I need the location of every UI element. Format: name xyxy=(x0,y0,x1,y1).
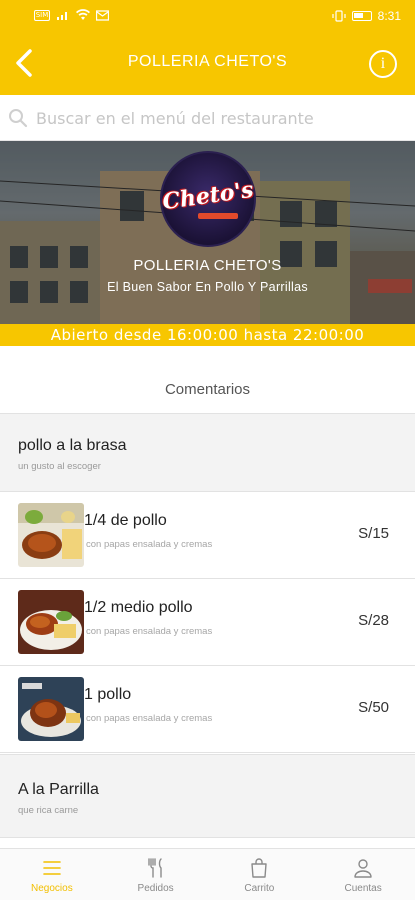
utensils-icon xyxy=(147,858,162,878)
restaurant-name: POLLERIA CHETO'S xyxy=(133,257,282,274)
category-title: pollo a la brasa xyxy=(18,437,127,454)
menu-item[interactable]: 1/2 medio pollo con papas ensalada y cre… xyxy=(0,579,415,666)
comments-link[interactable]: Comentarios xyxy=(0,368,415,412)
category-header: A la Parrilla que rica carne xyxy=(0,754,415,838)
list-icon xyxy=(43,861,61,875)
category-subtitle: un gusto al escoger xyxy=(18,461,101,472)
item-price: S/15 xyxy=(358,525,389,542)
category-header: pollo a la brasa un gusto al escoger xyxy=(0,413,415,492)
item-description: con papas ensalada y cremas xyxy=(86,626,213,637)
item-name: 1 pollo xyxy=(84,686,132,703)
vibrate-icon xyxy=(332,10,346,22)
page-title: POLLERIA CHETO'S xyxy=(127,53,288,70)
shopping-bag-icon xyxy=(251,858,268,878)
logo-text: Cheto's xyxy=(160,176,256,216)
restaurant-hero: Cheto's POLLERIA CHETO'S El Buen Sabor E… xyxy=(0,141,415,346)
restaurant-logo: Cheto's xyxy=(160,151,256,247)
nav-item-carrito[interactable]: Carrito xyxy=(208,849,312,900)
item-name: 1/4 de pollo xyxy=(84,512,167,529)
nav-label: Cuentas xyxy=(344,883,382,894)
info-icon: i xyxy=(380,55,386,72)
sim-icon: SIM xyxy=(34,9,50,21)
search-input[interactable] xyxy=(36,105,396,131)
chevron-left-icon xyxy=(16,49,32,77)
item-photo xyxy=(18,503,84,567)
category-title: A la Parrilla xyxy=(18,781,99,798)
item-description: con papas ensalada y cremas xyxy=(86,539,213,550)
menu-item[interactable]: 1/4 de pollo con papas ensalada y cremas… xyxy=(0,492,415,579)
nav-item-pedidos[interactable]: Pedidos xyxy=(104,849,208,900)
nav-label: Pedidos xyxy=(137,883,174,894)
search-icon xyxy=(9,109,28,128)
menu-search-bar xyxy=(0,95,415,141)
signal-icon xyxy=(57,12,67,20)
app-header: POLLERIA CHETO'S i xyxy=(0,33,415,95)
item-name: 1/2 medio pollo xyxy=(84,599,193,616)
menu-item[interactable]: 1 pollo con papas ensalada y cremas S/50 xyxy=(0,666,415,753)
nav-label: Negocios xyxy=(31,883,73,894)
nav-item-negocios[interactable]: Negocios xyxy=(0,849,104,900)
user-icon xyxy=(354,859,372,878)
item-price: S/28 xyxy=(358,612,389,629)
info-button[interactable]: i xyxy=(369,50,397,78)
item-photo xyxy=(18,677,84,741)
logo-ribbon xyxy=(198,213,238,219)
back-button[interactable] xyxy=(10,47,42,79)
bottom-navigation: Negocios Pedidos Carrito Cuentas xyxy=(0,848,415,900)
category-subtitle: que rica carne xyxy=(18,805,79,816)
item-photo xyxy=(18,590,84,654)
status-time: 8:31 xyxy=(377,9,401,23)
item-description: con papas ensalada y cremas xyxy=(86,713,213,724)
nav-item-cuentas[interactable]: Cuentas xyxy=(311,849,415,900)
mail-icon xyxy=(96,9,109,21)
status-icons-left: SIM xyxy=(34,9,109,21)
nav-label: Carrito xyxy=(244,883,275,894)
status-icons-right: 8:31 xyxy=(332,9,401,23)
wifi-icon xyxy=(76,9,90,20)
battery-icon xyxy=(351,11,372,21)
item-price: S/50 xyxy=(358,699,389,716)
status-bar: SIM 8:31 xyxy=(0,0,415,33)
restaurant-tagline: El Buen Sabor En Pollo Y Parrillas xyxy=(107,280,308,294)
opening-hours-bar: Abierto desde 16:00:00 hasta 22:00:00 xyxy=(0,324,415,346)
